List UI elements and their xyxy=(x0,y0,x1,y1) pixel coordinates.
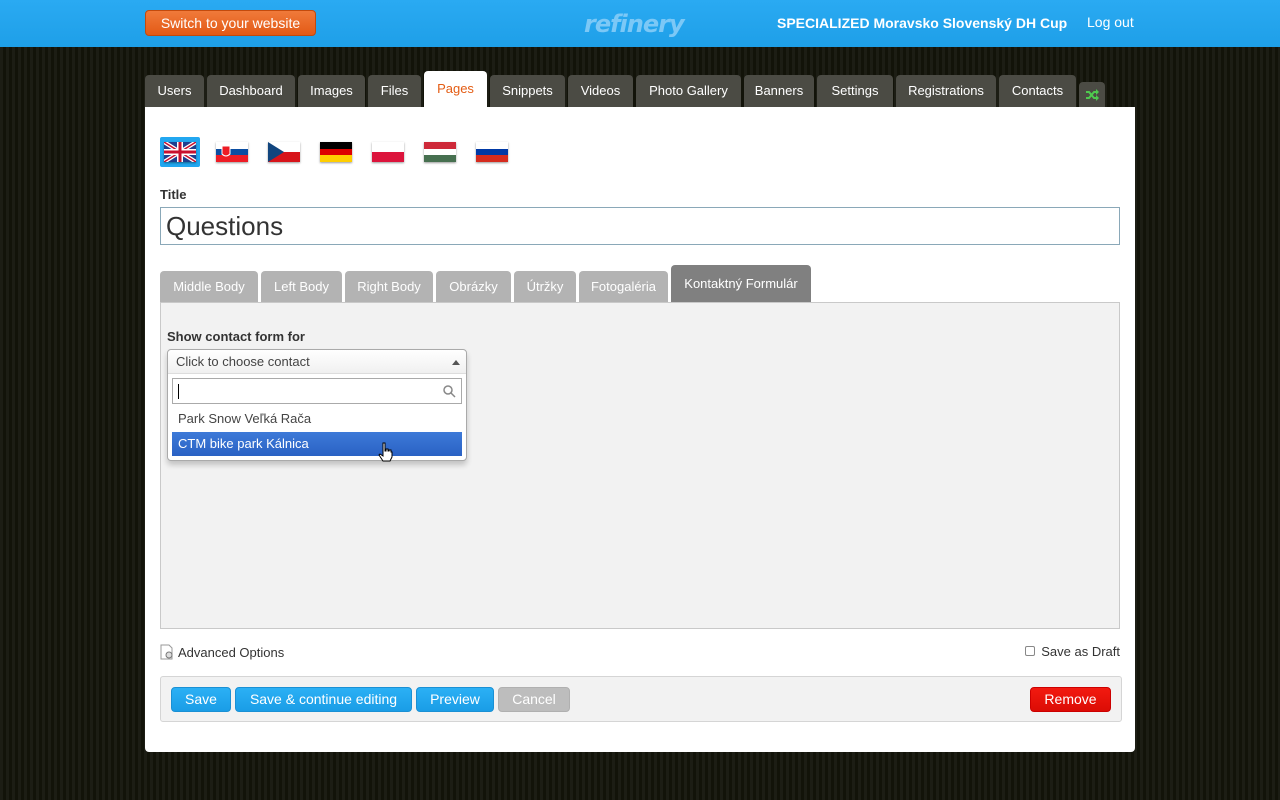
search-icon xyxy=(443,385,456,398)
switch-to-website-button[interactable]: Switch to your website xyxy=(145,10,316,36)
save-button[interactable]: Save xyxy=(171,687,231,712)
contact-select-placeholder: Click to choose contact xyxy=(176,354,310,369)
tab-files[interactable]: Files xyxy=(368,75,421,107)
contact-search-input[interactable] xyxy=(172,378,462,404)
polish-flag-icon xyxy=(372,142,404,162)
hungarian-flag-icon xyxy=(424,142,456,162)
advanced-options-label: Advanced Options xyxy=(178,645,285,660)
tab-photo-gallery[interactable]: Photo Gallery xyxy=(636,75,741,107)
tab-images[interactable]: Images xyxy=(298,75,365,107)
save-continue-button[interactable]: Save & continue editing xyxy=(235,687,412,712)
subtab-kontaktny-formular[interactable]: Kontaktný Formulár xyxy=(671,265,811,302)
locale-cs[interactable] xyxy=(264,137,304,167)
chevron-up-icon xyxy=(452,360,460,365)
logout-link[interactable]: Log out xyxy=(1087,14,1134,30)
contact-select-header[interactable]: Click to choose contact xyxy=(168,350,466,374)
tab-dashboard[interactable]: Dashboard xyxy=(207,75,295,107)
subtab-obrazky[interactable]: Obrázky xyxy=(436,271,511,302)
text-caret xyxy=(178,384,179,399)
hand-cursor-icon xyxy=(378,442,393,462)
save-as-draft[interactable]: Save as Draft xyxy=(1025,644,1120,659)
form-actions: Save Save & continue editing Preview Can… xyxy=(160,676,1122,722)
locale-de[interactable] xyxy=(316,137,356,167)
save-as-draft-label: Save as Draft xyxy=(1041,644,1120,659)
locale-ru[interactable] xyxy=(472,137,512,167)
remove-button[interactable]: Remove xyxy=(1030,687,1111,712)
locale-sk[interactable] xyxy=(212,137,252,167)
show-contact-label: Show contact form for xyxy=(167,329,305,344)
advanced-options-toggle[interactable]: Advanced Options xyxy=(160,644,284,660)
english-flag-icon xyxy=(162,140,198,164)
tab-settings[interactable]: Settings xyxy=(817,75,893,107)
tab-shuffle[interactable] xyxy=(1079,82,1105,107)
page-edit-panel: Title Middle Body Left Body Right Body O… xyxy=(145,107,1135,752)
top-header: Switch to your website refinery SPECIALI… xyxy=(0,0,1280,47)
shuffle-icon xyxy=(1086,89,1099,101)
preview-button[interactable]: Preview xyxy=(416,687,494,712)
subtab-middle-body[interactable]: Middle Body xyxy=(160,271,258,302)
tab-contacts[interactable]: Contacts xyxy=(999,75,1076,107)
locale-pl[interactable] xyxy=(368,137,408,167)
russian-flag-icon xyxy=(476,142,508,162)
contact-option-highlighted[interactable]: CTM bike park Kálnica xyxy=(172,432,462,456)
save-as-draft-checkbox[interactable] xyxy=(1025,646,1036,656)
subtab-utrzky[interactable]: Útržky xyxy=(514,271,576,302)
tab-videos[interactable]: Videos xyxy=(568,75,633,107)
document-gear-icon xyxy=(160,644,173,660)
subtab-right-body[interactable]: Right Body xyxy=(345,271,433,302)
tab-registrations[interactable]: Registrations xyxy=(896,75,996,107)
subtab-fotogaleria[interactable]: Fotogaléria xyxy=(579,271,668,302)
subtab-left-body[interactable]: Left Body xyxy=(261,271,342,302)
locale-en[interactable] xyxy=(160,137,200,167)
german-flag-icon xyxy=(320,142,352,162)
cancel-button[interactable]: Cancel xyxy=(498,687,570,712)
title-input[interactable] xyxy=(160,207,1120,245)
slovak-flag-icon xyxy=(216,142,248,162)
contact-option[interactable]: Park Snow Veľká Rača xyxy=(172,407,462,431)
contact-form-tab-content: Show contact form for Click to choose co… xyxy=(160,302,1120,629)
tab-pages[interactable]: Pages xyxy=(424,71,487,107)
tab-banners[interactable]: Banners xyxy=(744,75,814,107)
contact-select-dropdown[interactable]: Click to choose contact Park Snow Veľká … xyxy=(167,349,467,462)
czech-flag-icon xyxy=(268,142,300,162)
tab-users[interactable]: Users xyxy=(145,75,204,107)
title-label: Title xyxy=(160,187,187,202)
refinery-logo: refinery xyxy=(584,10,685,38)
tab-snippets[interactable]: Snippets xyxy=(490,75,565,107)
site-name: SPECIALIZED Moravsko Slovenský DH Cup xyxy=(777,15,1068,31)
locale-hu[interactable] xyxy=(420,137,460,167)
